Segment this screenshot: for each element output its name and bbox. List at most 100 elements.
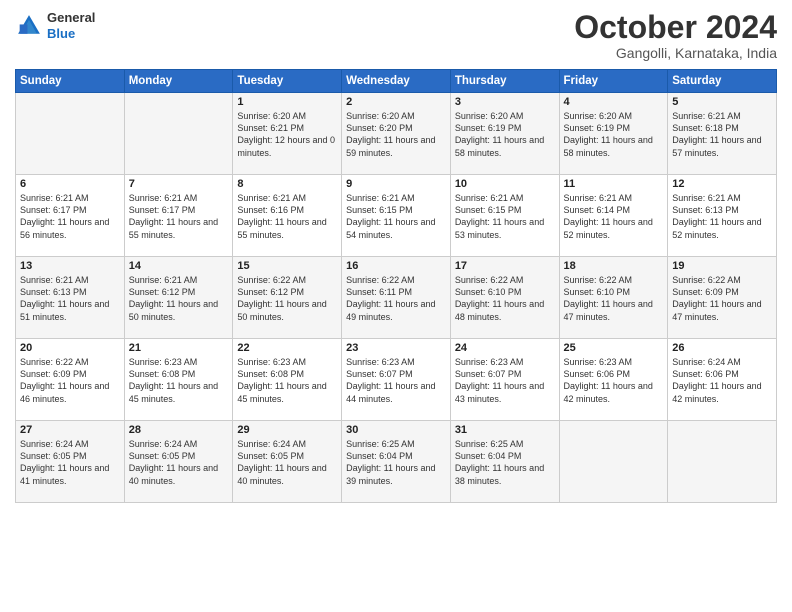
day-number: 17: [455, 260, 555, 272]
cell-info: Sunrise: 6:21 AMSunset: 6:15 PMDaylight:…: [455, 192, 555, 241]
cell-info: Sunrise: 6:24 AMSunset: 6:05 PMDaylight:…: [20, 438, 120, 487]
cell-info: Sunrise: 6:22 AMSunset: 6:11 PMDaylight:…: [346, 274, 446, 323]
day-number: 13: [20, 260, 120, 272]
cell-info: Sunrise: 6:21 AMSunset: 6:16 PMDaylight:…: [237, 192, 337, 241]
calendar-cell: 20 Sunrise: 6:22 AMSunset: 6:09 PMDayligh…: [16, 339, 125, 421]
calendar-cell: 12 Sunrise: 6:21 AMSunset: 6:13 PMDayligh…: [668, 175, 777, 257]
cell-info: Sunrise: 6:20 AMSunset: 6:19 PMDaylight:…: [564, 110, 664, 159]
weekday-header-thursday: Thursday: [450, 70, 559, 93]
cell-info: Sunrise: 6:22 AMSunset: 6:09 PMDaylight:…: [672, 274, 772, 323]
calendar-cell: 15 Sunrise: 6:22 AMSunset: 6:12 PMDayligh…: [233, 257, 342, 339]
day-number: 6: [20, 178, 120, 190]
calendar-cell: 14 Sunrise: 6:21 AMSunset: 6:12 PMDayligh…: [124, 257, 233, 339]
weekday-header-row: SundayMondayTuesdayWednesdayThursdayFrid…: [16, 70, 777, 93]
calendar-cell: 31 Sunrise: 6:25 AMSunset: 6:04 PMDayligh…: [450, 421, 559, 503]
calendar-cell: 4 Sunrise: 6:20 AMSunset: 6:19 PMDaylight…: [559, 93, 668, 175]
title-block: October 2024 Gangolli, Karnataka, India: [574, 10, 777, 61]
cell-info: Sunrise: 6:21 AMSunset: 6:17 PMDaylight:…: [129, 192, 229, 241]
day-number: 1: [237, 96, 337, 108]
day-number: 10: [455, 178, 555, 190]
weekday-header-wednesday: Wednesday: [342, 70, 451, 93]
day-number: 16: [346, 260, 446, 272]
weekday-header-sunday: Sunday: [16, 70, 125, 93]
header: General Blue October 2024 Gangolli, Karn…: [15, 10, 777, 61]
calendar-cell: 25 Sunrise: 6:23 AMSunset: 6:06 PMDayligh…: [559, 339, 668, 421]
day-number: 7: [129, 178, 229, 190]
calendar-cell: 2 Sunrise: 6:20 AMSunset: 6:20 PMDaylight…: [342, 93, 451, 175]
calendar-cell: 19 Sunrise: 6:22 AMSunset: 6:09 PMDayligh…: [668, 257, 777, 339]
cell-info: Sunrise: 6:21 AMSunset: 6:15 PMDaylight:…: [346, 192, 446, 241]
cell-info: Sunrise: 6:21 AMSunset: 6:13 PMDaylight:…: [672, 192, 772, 241]
cell-info: Sunrise: 6:23 AMSunset: 6:07 PMDaylight:…: [455, 356, 555, 405]
day-number: 24: [455, 342, 555, 354]
day-number: 11: [564, 178, 664, 190]
calendar-cell: 13 Sunrise: 6:21 AMSunset: 6:13 PMDayligh…: [16, 257, 125, 339]
calendar-cell: [124, 93, 233, 175]
cell-info: Sunrise: 6:23 AMSunset: 6:07 PMDaylight:…: [346, 356, 446, 405]
calendar-cell: 17 Sunrise: 6:22 AMSunset: 6:10 PMDayligh…: [450, 257, 559, 339]
calendar-cell: 24 Sunrise: 6:23 AMSunset: 6:07 PMDayligh…: [450, 339, 559, 421]
cell-info: Sunrise: 6:20 AMSunset: 6:21 PMDaylight:…: [237, 110, 337, 159]
calendar-cell: 29 Sunrise: 6:24 AMSunset: 6:05 PMDayligh…: [233, 421, 342, 503]
calendar-cell: 22 Sunrise: 6:23 AMSunset: 6:08 PMDayligh…: [233, 339, 342, 421]
day-number: 29: [237, 424, 337, 436]
calendar-cell: [668, 421, 777, 503]
day-number: 8: [237, 178, 337, 190]
logo: General Blue: [15, 10, 95, 41]
page: General Blue October 2024 Gangolli, Karn…: [0, 0, 792, 612]
week-row-4: 20 Sunrise: 6:22 AMSunset: 6:09 PMDayligh…: [16, 339, 777, 421]
day-number: 3: [455, 96, 555, 108]
calendar-cell: [16, 93, 125, 175]
cell-info: Sunrise: 6:21 AMSunset: 6:18 PMDaylight:…: [672, 110, 772, 159]
logo-blue-text: Blue: [47, 26, 95, 42]
cell-info: Sunrise: 6:22 AMSunset: 6:12 PMDaylight:…: [237, 274, 337, 323]
calendar-cell: 5 Sunrise: 6:21 AMSunset: 6:18 PMDaylight…: [668, 93, 777, 175]
calendar-cell: 18 Sunrise: 6:22 AMSunset: 6:10 PMDayligh…: [559, 257, 668, 339]
day-number: 2: [346, 96, 446, 108]
cell-info: Sunrise: 6:21 AMSunset: 6:14 PMDaylight:…: [564, 192, 664, 241]
calendar-cell: 26Sunrise: 6:24 AMSunset: 6:06 PMDayligh…: [668, 339, 777, 421]
cell-info: Sunrise: 6:25 AMSunset: 6:04 PMDaylight:…: [455, 438, 555, 487]
calendar-cell: 3Sunrise: 6:20 AMSunset: 6:19 PMDaylight…: [450, 93, 559, 175]
cell-info: Sunrise: 6:25 AMSunset: 6:04 PMDaylight:…: [346, 438, 446, 487]
cell-info: Sunrise: 6:24 AMSunset: 6:05 PMDaylight:…: [237, 438, 337, 487]
day-number: 31: [455, 424, 555, 436]
cell-info: Sunrise: 6:22 AMSunset: 6:10 PMDaylight:…: [455, 274, 555, 323]
calendar: SundayMondayTuesdayWednesdayThursdayFrid…: [15, 69, 777, 503]
day-number: 18: [564, 260, 664, 272]
month-title: October 2024: [574, 10, 777, 45]
weekday-header-saturday: Saturday: [668, 70, 777, 93]
day-number: 5: [672, 96, 772, 108]
calendar-cell: 16 Sunrise: 6:22 AMSunset: 6:11 PMDayligh…: [342, 257, 451, 339]
day-number: 12: [672, 178, 772, 190]
day-number: 14: [129, 260, 229, 272]
cell-info: Sunrise: 6:23 AMSunset: 6:06 PMDaylight:…: [564, 356, 664, 405]
calendar-cell: 7 Sunrise: 6:21 AMSunset: 6:17 PMDaylight…: [124, 175, 233, 257]
week-row-3: 13 Sunrise: 6:21 AMSunset: 6:13 PMDayligh…: [16, 257, 777, 339]
logo-icon: [15, 12, 43, 40]
day-number: 20: [20, 342, 120, 354]
logo-general-text: General: [47, 10, 95, 26]
day-number: 22: [237, 342, 337, 354]
week-row-2: 6 Sunrise: 6:21 AMSunset: 6:17 PMDaylight…: [16, 175, 777, 257]
cell-info: Sunrise: 6:21 AMSunset: 6:12 PMDaylight:…: [129, 274, 229, 323]
cell-info: Sunrise: 6:23 AMSunset: 6:08 PMDaylight:…: [237, 356, 337, 405]
cell-info: Sunrise: 6:21 AMSunset: 6:13 PMDaylight:…: [20, 274, 120, 323]
cell-info: Sunrise: 6:20 AMSunset: 6:20 PMDaylight:…: [346, 110, 446, 159]
day-number: 25: [564, 342, 664, 354]
day-number: 19: [672, 260, 772, 272]
day-number: 9: [346, 178, 446, 190]
calendar-cell: 10 Sunrise: 6:21 AMSunset: 6:15 PMDayligh…: [450, 175, 559, 257]
day-number: 15: [237, 260, 337, 272]
calendar-cell: 1 Sunrise: 6:20 AMSunset: 6:21 PMDaylight…: [233, 93, 342, 175]
day-number: 23: [346, 342, 446, 354]
week-row-1: 1 Sunrise: 6:20 AMSunset: 6:21 PMDaylight…: [16, 93, 777, 175]
cell-info: Sunrise: 6:24 AMSunset: 6:05 PMDaylight:…: [129, 438, 229, 487]
calendar-cell: 8 Sunrise: 6:21 AMSunset: 6:16 PMDaylight…: [233, 175, 342, 257]
cell-info: Sunrise: 6:23 AMSunset: 6:08 PMDaylight:…: [129, 356, 229, 405]
cell-info: Sunrise: 6:22 AMSunset: 6:10 PMDaylight:…: [564, 274, 664, 323]
calendar-cell: [559, 421, 668, 503]
day-number: 4: [564, 96, 664, 108]
cell-info: Sunrise: 6:22 AMSunset: 6:09 PMDaylight:…: [20, 356, 120, 405]
location: Gangolli, Karnataka, India: [574, 45, 777, 61]
